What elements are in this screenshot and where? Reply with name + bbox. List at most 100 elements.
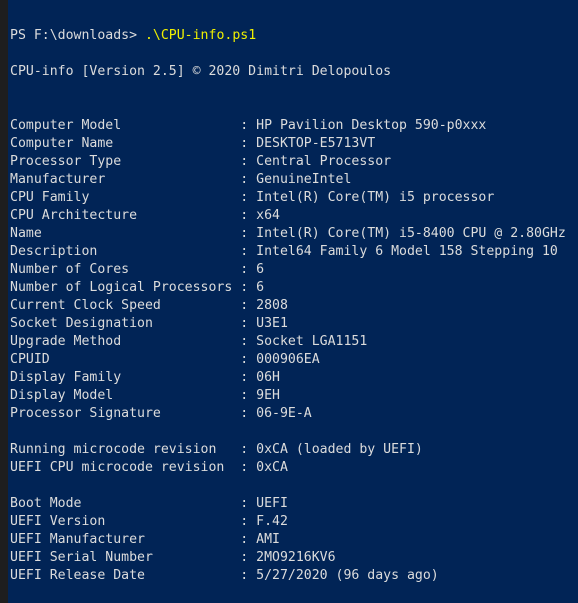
info-row: Description: Intel64 Family 6 Model 158 … bbox=[10, 243, 578, 261]
info-label: Computer Name bbox=[10, 136, 114, 151]
info-label: Display Family bbox=[10, 370, 122, 385]
info-row: Name: Intel(R) Core(TM) i5-8400 CPU @ 2.… bbox=[10, 225, 578, 243]
separator: : bbox=[240, 550, 257, 565]
separator: : bbox=[240, 496, 257, 511]
info-label: Processor Signature bbox=[10, 406, 161, 421]
info-label: CPU Family bbox=[10, 190, 90, 205]
info-value: 2MO9216KV6 bbox=[256, 550, 336, 565]
separator: : bbox=[240, 226, 257, 241]
info-value: AMI bbox=[256, 532, 280, 547]
separator: : bbox=[240, 208, 257, 223]
info-value: U3E1 bbox=[256, 316, 288, 331]
info-label: CPU Architecture bbox=[10, 208, 138, 223]
prompt-command: .\CPU-info.ps1 bbox=[144, 28, 257, 43]
info-value: 06H bbox=[256, 370, 280, 385]
separator: : bbox=[240, 316, 257, 331]
info-value: 6 bbox=[256, 262, 265, 277]
prompt-path: PS F:\downloads> bbox=[10, 28, 145, 43]
info-row: UEFI Version: F.42 bbox=[10, 513, 578, 531]
separator: : bbox=[240, 262, 257, 277]
separator: : bbox=[240, 118, 257, 133]
info-row: CPU Family: Intel(R) Core(TM) i5 process… bbox=[10, 189, 578, 207]
info-row: Display Model: 9EH bbox=[10, 387, 578, 405]
info-value: 0xCA (loaded by UEFI) bbox=[256, 442, 423, 457]
info-label: Processor Type bbox=[10, 154, 122, 169]
separator: : bbox=[240, 388, 257, 403]
separator: : bbox=[240, 352, 257, 367]
info-row: UEFI Manufacturer: AMI bbox=[10, 531, 578, 549]
info-value: 06-9E-A bbox=[256, 406, 312, 421]
info-value: 2808 bbox=[256, 298, 288, 313]
info-row: UEFI Serial Number: 2MO9216KV6 bbox=[10, 549, 578, 567]
separator: : bbox=[240, 532, 257, 547]
info-row: Computer Name: DESKTOP-E5713VT bbox=[10, 135, 578, 153]
info-label: Current Clock Speed bbox=[10, 298, 161, 313]
info-row: UEFI Release Date: 5/27/2020 (96 days ag… bbox=[10, 567, 578, 585]
separator: : bbox=[240, 154, 257, 169]
info-value: Intel(R) Core(TM) i5 processor bbox=[256, 190, 495, 205]
info-label: Running microcode revision bbox=[10, 442, 217, 457]
info-value: DESKTOP-E5713VT bbox=[256, 136, 376, 151]
prompt-line: PS F:\downloads> .\CPU-info.ps1 bbox=[10, 27, 578, 45]
info-value: UEFI bbox=[256, 496, 288, 511]
info-label: Number of Cores bbox=[10, 262, 130, 277]
info-value: HP Pavilion Desktop 590-p0xxx bbox=[256, 118, 487, 133]
info-row: Processor Type: Central Processor bbox=[10, 153, 578, 171]
separator: : bbox=[240, 334, 257, 349]
info-value: Intel(R) Core(TM) i5-8400 CPU @ 2.80GHz bbox=[256, 226, 566, 241]
info-value: 9EH bbox=[256, 388, 280, 403]
info-value: 5/27/2020 (96 days ago) bbox=[256, 568, 439, 583]
info-row: Manufacturer: GenuineIntel bbox=[10, 171, 578, 189]
banner-line: CPU-info [Version 2.5] © 2020 Dimitri De… bbox=[10, 64, 392, 79]
info-row: Number of Cores: 6 bbox=[10, 261, 578, 279]
info-label: Number of Logical Processors bbox=[10, 280, 233, 295]
separator: : bbox=[240, 514, 257, 529]
info-value: x64 bbox=[256, 208, 280, 223]
info-row: Display Family: 06H bbox=[10, 369, 578, 387]
info-row: UEFI CPU microcode revision: 0xCA bbox=[10, 459, 578, 477]
separator: : bbox=[240, 442, 257, 457]
info-label: Socket Designation bbox=[10, 316, 153, 331]
separator: : bbox=[240, 190, 257, 205]
info-value: 6 bbox=[256, 280, 265, 295]
separator: : bbox=[240, 568, 257, 583]
separator: : bbox=[240, 136, 257, 151]
terminal-output[interactable]: PS F:\downloads> .\CPU-info.ps1 CPU-info… bbox=[10, 27, 578, 585]
info-label: UEFI CPU microcode revision bbox=[10, 460, 225, 475]
info-label: Upgrade Method bbox=[10, 334, 122, 349]
separator: : bbox=[240, 298, 257, 313]
separator: : bbox=[240, 370, 257, 385]
info-row: Running microcode revision: 0xCA (loaded… bbox=[10, 441, 578, 459]
separator: : bbox=[240, 172, 257, 187]
info-row: Current Clock Speed: 2808 bbox=[10, 297, 578, 315]
separator: : bbox=[240, 280, 257, 295]
info-value: F.42 bbox=[256, 514, 288, 529]
info-row: Processor Signature: 06-9E-A bbox=[10, 405, 578, 423]
info-label: UEFI Serial Number bbox=[10, 550, 153, 565]
info-value: 000906EA bbox=[256, 352, 320, 367]
info-label: Boot Mode bbox=[10, 496, 82, 511]
info-row: CPU Architecture: x64 bbox=[10, 207, 578, 225]
info-row: Computer Model: HP Pavilion Desktop 590-… bbox=[10, 117, 578, 135]
info-value: 0xCA bbox=[256, 460, 288, 475]
info-label: UEFI Version bbox=[10, 514, 106, 529]
separator: : bbox=[240, 244, 257, 259]
separator: : bbox=[240, 406, 257, 421]
info-label: Name bbox=[10, 226, 42, 241]
info-label: CPUID bbox=[10, 352, 50, 367]
info-row: Upgrade Method: Socket LGA1151 bbox=[10, 333, 578, 351]
info-value: Socket LGA1151 bbox=[256, 334, 368, 349]
info-row: Socket Designation: U3E1 bbox=[10, 315, 578, 333]
info-label: Description bbox=[10, 244, 98, 259]
info-label: UEFI Manufacturer bbox=[10, 532, 145, 547]
info-value: GenuineIntel bbox=[256, 172, 352, 187]
info-label: Computer Model bbox=[10, 118, 122, 133]
info-row: Number of Logical Processors: 6 bbox=[10, 279, 578, 297]
info-label: Display Model bbox=[10, 388, 114, 403]
separator: : bbox=[240, 460, 257, 475]
window-left-border bbox=[0, 0, 8, 603]
